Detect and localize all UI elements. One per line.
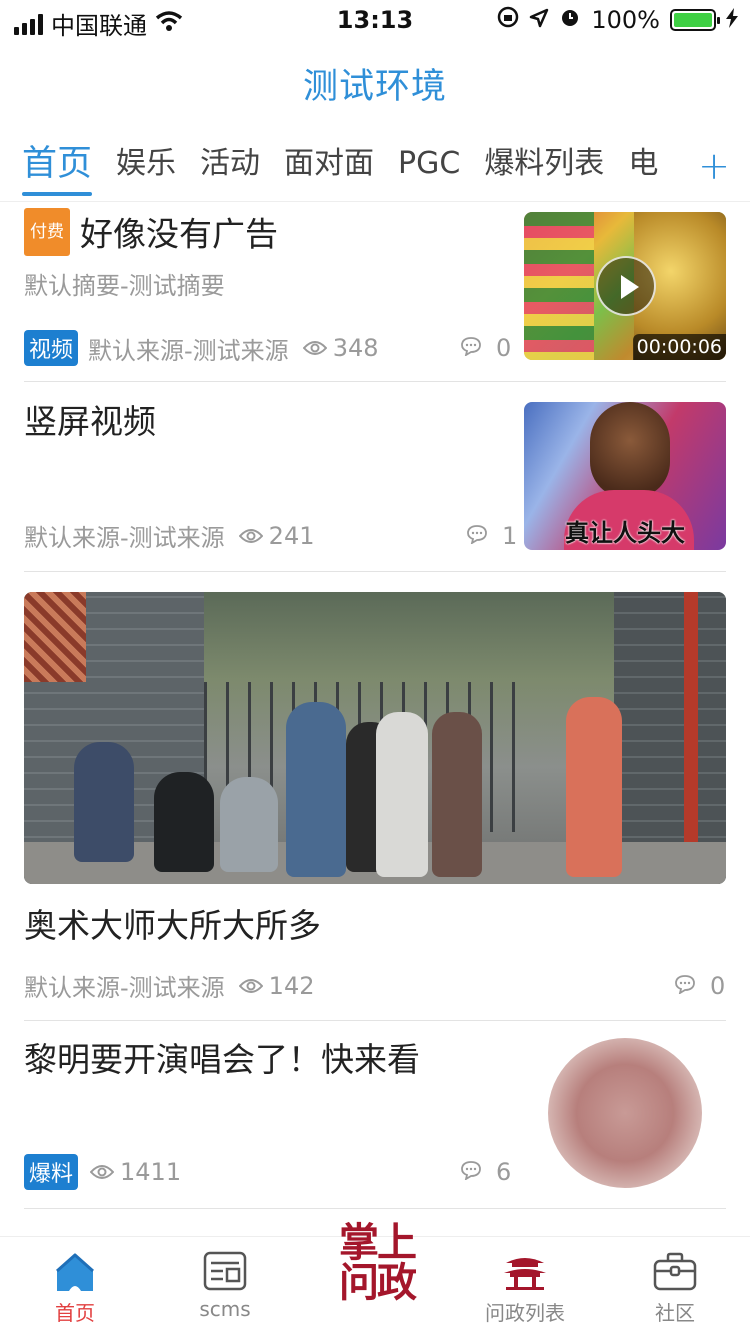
comment-icon [674,972,696,1000]
eye-icon [238,522,264,550]
view-count: 1411 [120,1158,182,1186]
comment-count-group[interactable]: 1 [466,522,517,550]
comment-count-group[interactable]: 0 [674,972,725,1000]
divider [24,571,726,572]
comment-count-group[interactable]: 6 [460,1158,511,1186]
tab-activity[interactable]: 活动 [200,134,260,200]
charging-icon [726,6,738,34]
home-icon [53,1251,97,1299]
tab-home[interactable]: 首页 [22,134,93,200]
video-duration: 00:00:06 [632,334,726,360]
play-icon[interactable] [596,256,656,316]
add-tab-icon[interactable]: + [698,144,730,188]
news-feed[interactable]: 付费 好像没有广告 默认摘要-测试摘要 视频 默认来源-测试来源 348 0 00… [0,204,750,1240]
comment-count: 6 [496,1158,512,1186]
item-source: 默认来源-测试来源 [24,524,225,552]
comment-icon [466,522,488,550]
eye-icon [238,972,264,1000]
list-item[interactable]: 奥术大师大所大所多 默认来源-测试来源 142 0 [24,904,726,1014]
article-thumbnail[interactable] [548,1038,702,1188]
view-count: 348 [332,334,379,362]
tabbar-label: 社区 [655,1301,695,1325]
tabbar-label: 问政列表 [485,1301,565,1325]
alarm-icon [559,6,581,34]
tab-face-to-face[interactable]: 面对面 [284,134,374,200]
article-large-image[interactable] [24,592,726,884]
tab-pgc[interactable]: PGC [398,134,460,200]
battery-percent: 100% [591,6,660,34]
comment-icon [460,1158,482,1186]
page-title: 测试环境 [302,67,447,107]
tabbar-community[interactable]: 社区 [600,1237,750,1334]
status-bar: 中国联通 13:13 100% [0,0,750,40]
tabbar-label: scms [199,1297,251,1321]
comment-count: 0 [496,334,512,362]
comment-count: 1 [502,522,518,550]
eye-icon [89,1158,115,1186]
tab-entertainment[interactable]: 娱乐 [116,134,176,200]
video-badge: 视频 [24,330,79,366]
tabbar-home[interactable]: 首页 [0,1237,150,1334]
thumbnail-caption: 真让人头大 [565,519,685,547]
eye-icon [302,334,328,362]
tabbar-politics-list[interactable]: 问政列表 [450,1237,600,1334]
tips-badge: 爆料 [24,1154,79,1190]
briefcase-icon [653,1251,697,1295]
divider [24,1208,726,1209]
portrait-video-thumbnail[interactable]: 真让人头大 [524,402,726,550]
item-meta: 默认来源-测试来源 142 [24,968,314,1003]
status-right: 100% [497,6,738,34]
item-title-text: 好像没有广告 [80,214,278,254]
divider [24,1020,726,1021]
item-meta: 视频 默认来源-测试来源 348 [24,330,379,366]
divider [24,381,726,382]
category-tabs: 首页 娱乐 活动 面对面 PGC 爆料列表电 + [0,134,750,202]
video-thumbnail[interactable]: 00:00:06 [524,212,726,360]
item-meta: 默认来源-测试来源 241 [24,518,314,553]
item-source: 默认来源-测试来源 [88,336,289,365]
tab-more[interactable]: 电 [628,134,658,200]
view-count: 241 [268,521,315,550]
center-logo[interactable]: 掌上问政 [332,1223,422,1303]
tabbar-label: 首页 [55,1301,95,1325]
tab-list: 首页 娱乐 活动 面对面 PGC 爆料列表电 [22,134,678,202]
news-icon [203,1251,247,1295]
comment-icon [460,334,482,362]
pavilion-icon [502,1251,548,1295]
view-count: 142 [268,971,315,1000]
location-icon [529,6,549,34]
item-title: 奥术大师大所大所多 [24,906,321,945]
rotation-lock-icon [497,6,519,34]
comment-count-group[interactable]: 0 [460,334,511,362]
battery-icon [670,9,720,31]
bottom-tab-bar: 首页 scms 掌上问政 问政列表 社区 [0,1223,750,1334]
item-meta: 爆料 1411 [24,1154,181,1190]
paid-badge: 付费 [24,208,70,256]
item-source: 默认来源-测试来源 [24,974,225,1002]
comment-count: 0 [710,972,726,1000]
tab-tips-list[interactable]: 爆料列表 [484,134,604,200]
tabbar-scms[interactable]: scms [150,1237,300,1334]
